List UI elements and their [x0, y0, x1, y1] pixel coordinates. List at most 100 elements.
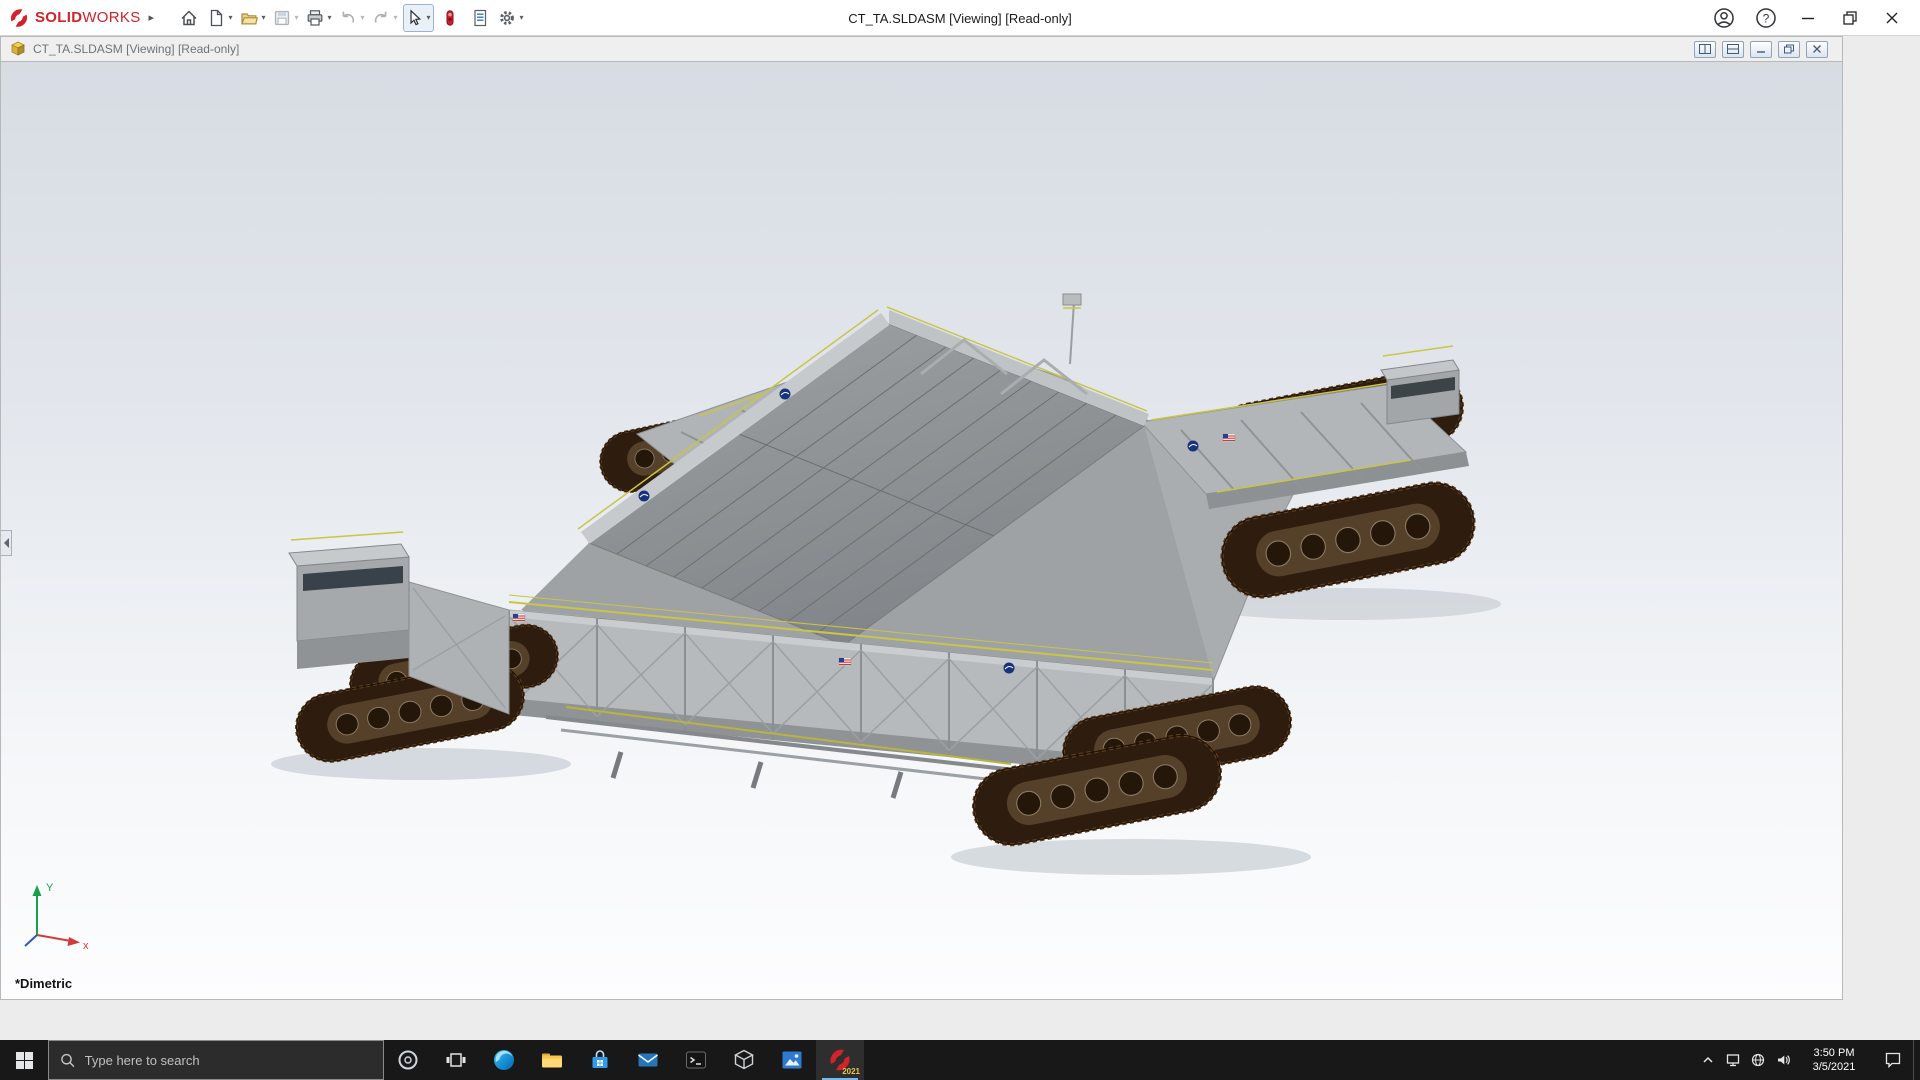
doc-close-icon — [1811, 44, 1823, 54]
cortana-icon — [396, 1048, 420, 1072]
document-window-controls — [1694, 41, 1828, 58]
solidworks-logo-icon — [8, 7, 30, 29]
edge-browser-button[interactable] — [480, 1040, 528, 1080]
select-tool-button[interactable]: ▾ — [403, 4, 434, 32]
collapse-arrow-icon — [2, 534, 11, 552]
orientation-triad: Y x — [15, 877, 101, 961]
account-icon — [1713, 7, 1735, 29]
doc-minimize-icon — [1755, 44, 1767, 54]
graphics-viewport[interactable]: Y x *Dimetric — [0, 62, 1843, 1000]
action-center-button[interactable] — [1873, 1040, 1913, 1080]
tray-overflow-button[interactable] — [1695, 1040, 1720, 1080]
redo-caret-icon[interactable]: ▾ — [391, 13, 400, 22]
select-tool-caret-icon[interactable]: ▾ — [424, 13, 433, 22]
solidworks-app-button[interactable]: 2021 — [816, 1040, 864, 1080]
minimize-button[interactable] — [1788, 1, 1828, 35]
home-button[interactable] — [175, 4, 203, 32]
terminal-icon — [683, 1047, 709, 1073]
undo-caret-icon[interactable]: ▾ — [358, 13, 367, 22]
open-caret-icon[interactable]: ▾ — [259, 13, 268, 22]
open-folder-icon — [239, 8, 259, 28]
tile-horizontal-icon — [1727, 44, 1739, 54]
show-desktop-button[interactable] — [1913, 1040, 1920, 1080]
mail-button[interactable] — [624, 1040, 672, 1080]
solidworks-year-badge: 2021 — [842, 1067, 860, 1076]
rebuild-button[interactable] — [436, 4, 464, 32]
terminal-app-button[interactable] — [672, 1040, 720, 1080]
store-button[interactable] — [576, 1040, 624, 1080]
account-button[interactable] — [1704, 1, 1744, 35]
solidworks-logo: SOLIDWORKS — [8, 7, 141, 29]
rebuild-traffic-light-icon — [440, 8, 460, 28]
chevron-up-icon — [1700, 1052, 1716, 1068]
volume-icon — [1775, 1052, 1791, 1068]
photos-app-button[interactable] — [768, 1040, 816, 1080]
home-icon — [179, 8, 199, 28]
search-input[interactable] — [85, 1053, 372, 1068]
feature-tree-collapse-tab[interactable] — [1, 530, 12, 556]
minimize-icon — [1798, 8, 1818, 28]
start-button[interactable] — [0, 1040, 48, 1080]
task-view-button[interactable] — [432, 1040, 480, 1080]
tile-vertical-icon — [1699, 44, 1711, 54]
save-icon — [272, 8, 292, 28]
close-icon — [1882, 8, 1902, 28]
task-view-icon — [444, 1048, 468, 1072]
file-explorer-button[interactable] — [528, 1040, 576, 1080]
tray-volume-button[interactable] — [1770, 1040, 1795, 1080]
redo-button[interactable]: ▾ — [370, 4, 401, 32]
save-caret-icon[interactable]: ▾ — [292, 13, 301, 22]
search-icon — [60, 1052, 76, 1069]
undo-button[interactable]: ▾ — [337, 4, 368, 32]
document-title: CT_TA.SLDASM [Viewing] [Read-only] — [33, 42, 239, 56]
network-globe-icon — [1750, 1052, 1766, 1068]
edge-icon — [491, 1047, 517, 1073]
redo-icon — [371, 8, 391, 28]
action-center-icon — [1884, 1051, 1902, 1069]
new-document-button[interactable]: ▾ — [205, 4, 236, 32]
tray-hardware-button[interactable] — [1720, 1040, 1745, 1080]
doc-close-button[interactable] — [1806, 41, 1828, 58]
mail-icon — [635, 1047, 661, 1073]
window-controls: ? — [1704, 1, 1912, 35]
restore-icon — [1840, 8, 1860, 28]
windows-taskbar: 2021 3:50 PM 3/5/2021 — [0, 1040, 1920, 1080]
save-button[interactable]: ▾ — [271, 4, 302, 32]
tray-network-button[interactable] — [1745, 1040, 1770, 1080]
doc-tile-vertical-button[interactable] — [1694, 41, 1716, 58]
close-button[interactable] — [1872, 1, 1912, 35]
file-properties-button[interactable] — [466, 4, 494, 32]
view-orientation-label: *Dimetric — [15, 976, 72, 991]
monitor-icon — [1725, 1052, 1741, 1068]
app-titlebar: SOLIDWORKS ▸ ▾ ▾ ▾ ▾ ▾ ▾ ▾ ▾ CT_TA.SLD — [0, 0, 1920, 36]
clock-date: 3/5/2021 — [1799, 1060, 1869, 1074]
crawler-transporter-model[interactable] — [1, 62, 1843, 1000]
taskbar-search-box[interactable] — [48, 1040, 384, 1080]
triad-y-label: Y — [46, 882, 54, 894]
print-caret-icon[interactable]: ▾ — [325, 13, 334, 22]
doc-tile-horizontal-button[interactable] — [1722, 41, 1744, 58]
gear-icon — [497, 8, 517, 28]
document-titlebar: CT_TA.SLDASM [Viewing] [Read-only] — [0, 36, 1843, 62]
print-button[interactable]: ▾ — [304, 4, 335, 32]
taskbar-clock[interactable]: 3:50 PM 3/5/2021 — [1795, 1046, 1873, 1074]
options-button[interactable]: ▾ — [496, 4, 527, 32]
cortana-button[interactable] — [384, 1040, 432, 1080]
restore-button[interactable] — [1830, 1, 1870, 35]
menu-flyout-arrow-icon[interactable]: ▸ — [149, 11, 155, 24]
clock-time: 3:50 PM — [1799, 1046, 1869, 1060]
triad-x-label: x — [83, 940, 89, 952]
open-button[interactable]: ▾ — [238, 4, 269, 32]
help-button[interactable]: ? — [1746, 1, 1786, 35]
options-caret-icon[interactable]: ▾ — [517, 13, 526, 22]
undo-icon — [338, 8, 358, 28]
photos-icon — [779, 1047, 805, 1073]
file-properties-icon — [470, 8, 490, 28]
new-document-caret-icon[interactable]: ▾ — [226, 13, 235, 22]
cube-3d-icon — [731, 1047, 757, 1073]
model-right-cab — [1381, 346, 1459, 424]
cube-viewer-app-button[interactable] — [720, 1040, 768, 1080]
print-icon — [305, 8, 325, 28]
doc-restore-button[interactable] — [1778, 41, 1800, 58]
doc-minimize-button[interactable] — [1750, 41, 1772, 58]
